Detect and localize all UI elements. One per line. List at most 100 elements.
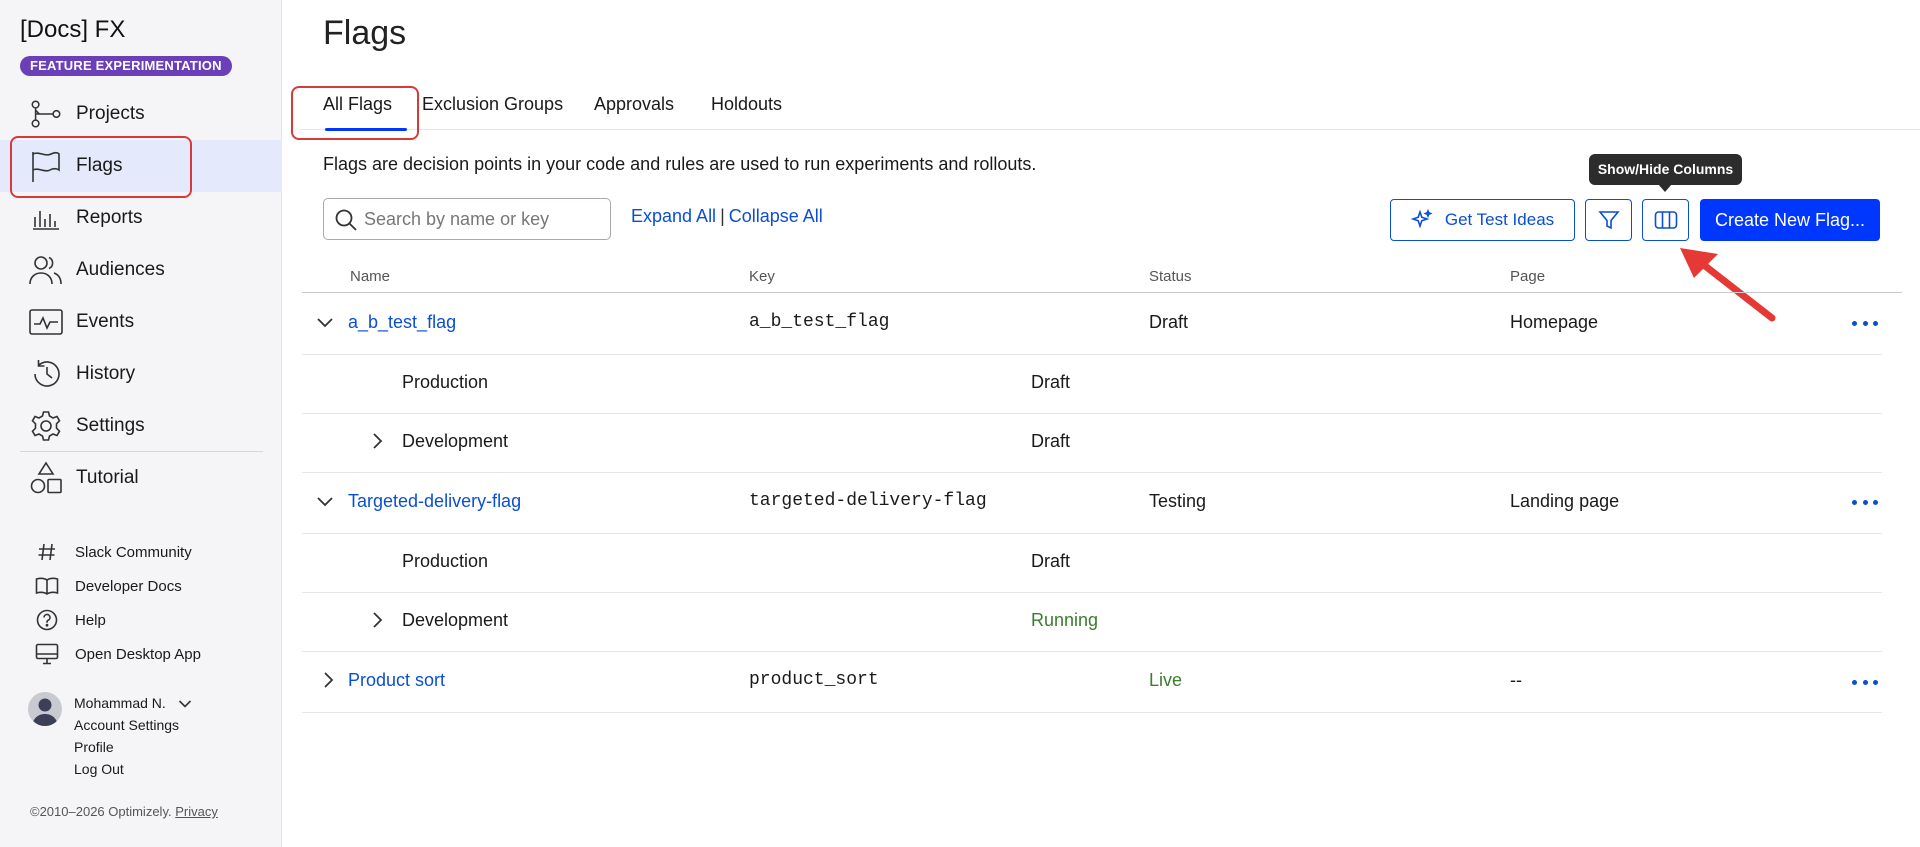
- nav-label: Flags: [76, 155, 123, 176]
- chevron-right-icon[interactable]: [367, 431, 387, 451]
- search-input[interactable]: [364, 199, 604, 239]
- hash-icon: [34, 539, 60, 565]
- logout-link[interactable]: Log Out: [74, 761, 124, 777]
- row-divider: [302, 354, 1882, 355]
- nav-events[interactable]: Events: [0, 296, 282, 348]
- nav-reports[interactable]: Reports: [0, 192, 282, 244]
- row-divider: [302, 712, 1882, 713]
- chevron-right-icon[interactable]: [318, 670, 338, 690]
- environment-name: Development: [402, 610, 509, 630]
- link-developer-docs[interactable]: Developer Docs: [0, 570, 282, 602]
- flag-icon: [28, 148, 64, 184]
- get-test-ideas-button[interactable]: Get Test Ideas: [1390, 199, 1575, 241]
- environment-name: Production: [402, 551, 489, 571]
- events-icon: [28, 304, 64, 340]
- projects-icon: [28, 96, 64, 132]
- more-actions-icon[interactable]: [1852, 313, 1878, 333]
- columns-icon: [1654, 211, 1677, 229]
- search-box: [323, 198, 611, 240]
- flag-name-link[interactable]: Targeted-delivery-flag: [348, 491, 521, 512]
- flag-key: product_sort: [749, 670, 879, 690]
- audiences-icon: [28, 252, 64, 288]
- flag-key: targeted-delivery-flag: [749, 491, 987, 511]
- filter-button[interactable]: [1585, 199, 1632, 241]
- link-separator: |: [720, 206, 725, 226]
- environment-status: Draft: [1031, 372, 1071, 392]
- sidebar: [Docs] FX FEATURE EXPERIMENTATION Projec…: [0, 0, 282, 847]
- sparkle-icon: [1410, 209, 1433, 229]
- book-icon: [34, 573, 60, 599]
- tab-all-flags[interactable]: All Flags: [323, 94, 392, 115]
- flag-page: Homepage: [1510, 312, 1599, 332]
- row-divider: [302, 592, 1882, 593]
- user-name[interactable]: Mohammad N.: [74, 695, 192, 711]
- chevron-right-icon[interactable]: [367, 610, 387, 630]
- link-label: Open Desktop App: [75, 645, 201, 663]
- tab-holdouts[interactable]: Holdouts: [711, 94, 782, 115]
- privacy-link[interactable]: Privacy: [175, 804, 218, 819]
- nav-label: Settings: [76, 415, 145, 436]
- nav-projects[interactable]: Projects: [0, 88, 282, 140]
- more-actions-icon[interactable]: [1852, 492, 1878, 512]
- flag-page: --: [1510, 670, 1522, 690]
- environment-name: Development: [402, 431, 509, 451]
- tutorial-icon: [28, 460, 64, 496]
- column-header-key[interactable]: Key: [749, 268, 775, 285]
- account-settings-link[interactable]: Account Settings: [74, 717, 179, 733]
- row-divider: [302, 533, 1882, 534]
- collapse-all-link[interactable]: Collapse All: [729, 206, 823, 226]
- search-icon: [334, 208, 358, 232]
- chevron-down-icon: [178, 700, 191, 708]
- nav-settings[interactable]: Settings: [0, 400, 282, 452]
- avatar[interactable]: [28, 692, 62, 726]
- red-arrow-annotation: [1680, 248, 1776, 322]
- page-title: Flags: [323, 14, 407, 52]
- tab-exclusion-groups[interactable]: Exclusion Groups: [422, 94, 563, 115]
- nav-label: History: [76, 363, 136, 384]
- flag-status: Draft: [1149, 312, 1189, 332]
- link-slack-community[interactable]: Slack Community: [0, 536, 282, 568]
- link-help[interactable]: Help: [0, 604, 282, 636]
- nav-audiences[interactable]: Audiences: [0, 244, 282, 296]
- expand-all-link[interactable]: Expand All: [631, 206, 716, 226]
- nav-label: Reports: [76, 207, 143, 228]
- column-header-page[interactable]: Page: [1510, 268, 1545, 285]
- table-header-divider: [302, 292, 1902, 293]
- flag-name-link[interactable]: Product sort: [348, 670, 445, 691]
- column-header-status[interactable]: Status: [1149, 268, 1192, 285]
- expand-collapse-links: Expand All | Collapse All: [631, 206, 823, 227]
- row-divider: [302, 413, 1882, 414]
- history-icon: [28, 356, 64, 392]
- show-hide-columns-button[interactable]: [1642, 199, 1689, 241]
- nav-history[interactable]: History: [0, 348, 282, 400]
- link-open-desktop-app[interactable]: Open Desktop App: [0, 638, 282, 670]
- flag-page: Landing page: [1510, 491, 1620, 511]
- reports-icon: [28, 200, 64, 236]
- nav-tutorial[interactable]: Tutorial: [0, 452, 282, 504]
- active-tab-indicator: [325, 128, 407, 131]
- chevron-down-icon[interactable]: [315, 492, 335, 512]
- flag-status: Testing: [1149, 491, 1207, 511]
- environment-status: Draft: [1031, 431, 1071, 451]
- workspace-name: [Docs] FX: [20, 16, 126, 43]
- chevron-down-icon[interactable]: [315, 313, 335, 333]
- columns-tooltip: Show/Hide Columns: [1589, 154, 1742, 185]
- flag-key: a_b_test_flag: [749, 312, 890, 332]
- row-divider: [302, 472, 1882, 473]
- link-label: Slack Community: [75, 543, 192, 561]
- nav-label: Projects: [76, 103, 145, 124]
- profile-link[interactable]: Profile: [74, 739, 114, 755]
- product-badge: FEATURE EXPERIMENTATION: [20, 56, 232, 76]
- create-new-flag-button[interactable]: Create New Flag...: [1700, 199, 1880, 241]
- environment-status: Draft: [1031, 551, 1071, 571]
- copyright: ©2010–2026 Optimizely. Privacy: [30, 804, 218, 819]
- filter-icon: [1597, 211, 1620, 230]
- nav-label: Events: [76, 311, 135, 332]
- column-header-name[interactable]: Name: [350, 268, 390, 285]
- tab-bar: All Flags Exclusion Groups Approvals Hol…: [300, 84, 1920, 130]
- tab-approvals[interactable]: Approvals: [594, 94, 674, 115]
- more-actions-icon[interactable]: [1852, 672, 1878, 692]
- environment-status-running: Running: [1031, 610, 1099, 630]
- nav-flags[interactable]: Flags: [0, 140, 282, 192]
- flag-name-link[interactable]: a_b_test_flag: [348, 312, 456, 333]
